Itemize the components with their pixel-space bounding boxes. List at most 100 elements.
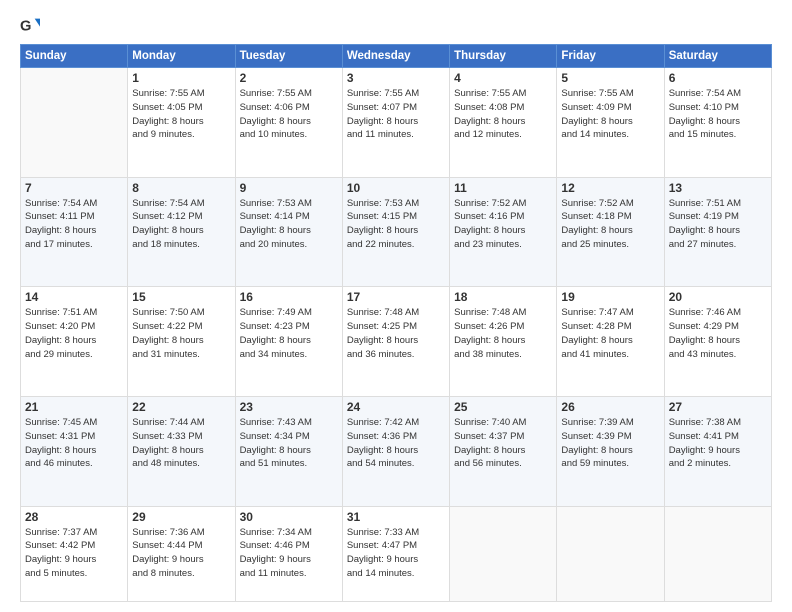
weekday-header-sunday: Sunday <box>21 45 128 68</box>
day-number: 21 <box>25 400 123 414</box>
calendar-cell: 7Sunrise: 7:54 AM Sunset: 4:11 PM Daylig… <box>21 177 128 287</box>
day-number: 19 <box>561 290 659 304</box>
day-info: Sunrise: 7:55 AM Sunset: 4:05 PM Dayligh… <box>132 87 230 142</box>
calendar-cell: 3 Sunrise: 7:55 AM Sunset: 4:07 PM Daylig… <box>342 68 449 178</box>
calendar-cell: 30Sunrise: 7:34 AM Sunset: 4:46 PM Dayli… <box>235 506 342 601</box>
day-info: Sunrise: 7:37 AM Sunset: 4:42 PM Dayligh… <box>25 526 123 581</box>
weekday-header-monday: Monday <box>128 45 235 68</box>
calendar-cell <box>21 68 128 178</box>
day-number: 3 <box>347 71 445 85</box>
weekday-header-row: SundayMondayTuesdayWednesdayThursdayFrid… <box>21 45 772 68</box>
week-row-4: 21 Sunrise: 7:45 AM Sunset: 4:31 PM Dayli… <box>21 396 772 506</box>
calendar-cell: 15 Sunrise: 7:50 AM Sunset: 4:22 PM Dayli… <box>128 287 235 397</box>
calendar-cell: 16 Sunrise: 7:49 AM Sunset: 4:23 PM Dayli… <box>235 287 342 397</box>
calendar-cell: 5 Sunrise: 7:55 AM Sunset: 4:09 PM Daylig… <box>557 68 664 178</box>
day-number: 18 <box>454 290 552 304</box>
day-info: Sunrise: 7:51 AM Sunset: 4:20 PM Dayligh… <box>25 306 123 361</box>
calendar-cell: 10 Sunrise: 7:53 AM Sunset: 4:15 PM Dayli… <box>342 177 449 287</box>
day-info: Sunrise: 7:54 AM Sunset: 4:10 PM Dayligh… <box>669 87 767 142</box>
day-number: 30 <box>240 510 338 524</box>
day-number: 10 <box>347 181 445 195</box>
calendar-cell: 2 Sunrise: 7:55 AM Sunset: 4:06 PM Daylig… <box>235 68 342 178</box>
day-info: Sunrise: 7:36 AM Sunset: 4:44 PM Dayligh… <box>132 526 230 581</box>
calendar-cell: 14 Sunrise: 7:51 AM Sunset: 4:20 PM Dayli… <box>21 287 128 397</box>
day-number: 14 <box>25 290 123 304</box>
day-info: Sunrise: 7:50 AM Sunset: 4:22 PM Dayligh… <box>132 306 230 361</box>
calendar-cell: 19Sunrise: 7:47 AM Sunset: 4:28 PM Dayli… <box>557 287 664 397</box>
weekday-header-thursday: Thursday <box>450 45 557 68</box>
calendar-cell: 28 Sunrise: 7:37 AM Sunset: 4:42 PM Dayli… <box>21 506 128 601</box>
day-number: 2 <box>240 71 338 85</box>
calendar-cell: 8 Sunrise: 7:54 AM Sunset: 4:12 PM Daylig… <box>128 177 235 287</box>
week-row-2: 7Sunrise: 7:54 AM Sunset: 4:11 PM Daylig… <box>21 177 772 287</box>
day-info: Sunrise: 7:52 AM Sunset: 4:18 PM Dayligh… <box>561 197 659 252</box>
day-number: 29 <box>132 510 230 524</box>
calendar-cell: 26Sunrise: 7:39 AM Sunset: 4:39 PM Dayli… <box>557 396 664 506</box>
day-info: Sunrise: 7:33 AM Sunset: 4:47 PM Dayligh… <box>347 526 445 581</box>
day-number: 4 <box>454 71 552 85</box>
calendar-cell <box>450 506 557 601</box>
calendar-cell: 25 Sunrise: 7:40 AM Sunset: 4:37 PM Dayli… <box>450 396 557 506</box>
day-number: 25 <box>454 400 552 414</box>
day-info: Sunrise: 7:55 AM Sunset: 4:06 PM Dayligh… <box>240 87 338 142</box>
page: G SundayMondayTuesdayWednesdayThursdayFr… <box>0 0 792 612</box>
day-info: Sunrise: 7:45 AM Sunset: 4:31 PM Dayligh… <box>25 416 123 471</box>
day-number: 17 <box>347 290 445 304</box>
day-info: Sunrise: 7:48 AM Sunset: 4:26 PM Dayligh… <box>454 306 552 361</box>
day-info: Sunrise: 7:48 AM Sunset: 4:25 PM Dayligh… <box>347 306 445 361</box>
day-number: 8 <box>132 181 230 195</box>
calendar-cell: 1 Sunrise: 7:55 AM Sunset: 4:05 PM Daylig… <box>128 68 235 178</box>
calendar-cell: 4 Sunrise: 7:55 AM Sunset: 4:08 PM Daylig… <box>450 68 557 178</box>
calendar-cell: 21 Sunrise: 7:45 AM Sunset: 4:31 PM Dayli… <box>21 396 128 506</box>
day-number: 11 <box>454 181 552 195</box>
day-info: Sunrise: 7:54 AM Sunset: 4:12 PM Dayligh… <box>132 197 230 252</box>
day-info: Sunrise: 7:53 AM Sunset: 4:15 PM Dayligh… <box>347 197 445 252</box>
day-number: 22 <box>132 400 230 414</box>
day-info: Sunrise: 7:40 AM Sunset: 4:37 PM Dayligh… <box>454 416 552 471</box>
day-number: 5 <box>561 71 659 85</box>
day-info: Sunrise: 7:44 AM Sunset: 4:33 PM Dayligh… <box>132 416 230 471</box>
day-number: 15 <box>132 290 230 304</box>
day-info: Sunrise: 7:46 AM Sunset: 4:29 PM Dayligh… <box>669 306 767 361</box>
weekday-header-wednesday: Wednesday <box>342 45 449 68</box>
calendar-cell: 20 Sunrise: 7:46 AM Sunset: 4:29 PM Dayli… <box>664 287 771 397</box>
calendar-cell: 24 Sunrise: 7:42 AM Sunset: 4:36 PM Dayli… <box>342 396 449 506</box>
calendar-cell <box>557 506 664 601</box>
day-number: 6 <box>669 71 767 85</box>
day-info: Sunrise: 7:55 AM Sunset: 4:07 PM Dayligh… <box>347 87 445 142</box>
week-row-5: 28 Sunrise: 7:37 AM Sunset: 4:42 PM Dayli… <box>21 506 772 601</box>
day-info: Sunrise: 7:52 AM Sunset: 4:16 PM Dayligh… <box>454 197 552 252</box>
calendar-cell: 27Sunrise: 7:38 AM Sunset: 4:41 PM Dayli… <box>664 396 771 506</box>
day-number: 20 <box>669 290 767 304</box>
day-number: 13 <box>669 181 767 195</box>
day-number: 1 <box>132 71 230 85</box>
day-number: 7 <box>25 181 123 195</box>
calendar-cell <box>664 506 771 601</box>
calendar-cell: 29 Sunrise: 7:36 AM Sunset: 4:44 PM Dayli… <box>128 506 235 601</box>
day-number: 23 <box>240 400 338 414</box>
day-number: 27 <box>669 400 767 414</box>
day-info: Sunrise: 7:53 AM Sunset: 4:14 PM Dayligh… <box>240 197 338 252</box>
day-number: 16 <box>240 290 338 304</box>
calendar-cell: 11 Sunrise: 7:52 AM Sunset: 4:16 PM Dayli… <box>450 177 557 287</box>
calendar-cell: 12Sunrise: 7:52 AM Sunset: 4:18 PM Dayli… <box>557 177 664 287</box>
day-info: Sunrise: 7:43 AM Sunset: 4:34 PM Dayligh… <box>240 416 338 471</box>
day-info: Sunrise: 7:42 AM Sunset: 4:36 PM Dayligh… <box>347 416 445 471</box>
logo: G <box>20 16 44 36</box>
day-number: 28 <box>25 510 123 524</box>
day-number: 24 <box>347 400 445 414</box>
calendar-cell: 31 Sunrise: 7:33 AM Sunset: 4:47 PM Dayli… <box>342 506 449 601</box>
calendar-cell: 22 Sunrise: 7:44 AM Sunset: 4:33 PM Dayli… <box>128 396 235 506</box>
calendar-cell: 9Sunrise: 7:53 AM Sunset: 4:14 PM Daylig… <box>235 177 342 287</box>
day-number: 31 <box>347 510 445 524</box>
calendar-cell: 23 Sunrise: 7:43 AM Sunset: 4:34 PM Dayli… <box>235 396 342 506</box>
day-number: 26 <box>561 400 659 414</box>
svg-text:G: G <box>20 19 31 35</box>
weekday-header-tuesday: Tuesday <box>235 45 342 68</box>
day-info: Sunrise: 7:55 AM Sunset: 4:09 PM Dayligh… <box>561 87 659 142</box>
day-info: Sunrise: 7:51 AM Sunset: 4:19 PM Dayligh… <box>669 197 767 252</box>
day-info: Sunrise: 7:49 AM Sunset: 4:23 PM Dayligh… <box>240 306 338 361</box>
day-info: Sunrise: 7:55 AM Sunset: 4:08 PM Dayligh… <box>454 87 552 142</box>
week-row-3: 14 Sunrise: 7:51 AM Sunset: 4:20 PM Dayli… <box>21 287 772 397</box>
header: G <box>20 16 772 36</box>
